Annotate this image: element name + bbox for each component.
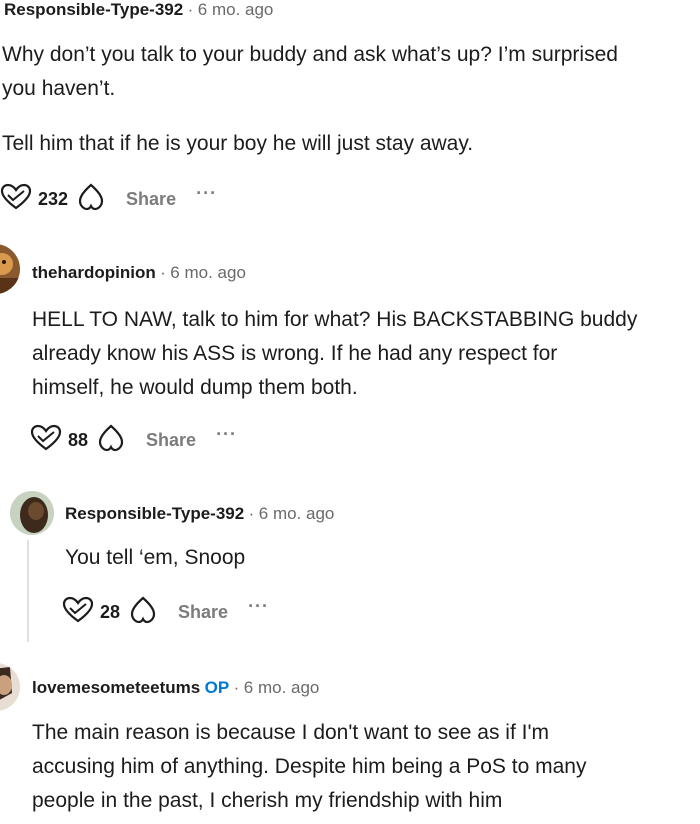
comment-1-body-line-3: Tell him that if he is your boy he will … (2, 132, 474, 155)
more-options-icon[interactable]: ··· (196, 183, 217, 204)
meta-separator: · (233, 678, 240, 697)
meta-separator: · (160, 263, 166, 282)
comment-2-body-line-1: HELL TO NAW, talk to him for what? His B… (32, 308, 638, 331)
comment-timestamp[interactable]: 6 mo. ago (259, 504, 335, 523)
comment-2-header: thehardopinion · 6 mo. ago (32, 263, 246, 283)
comment-4-body-line-2: accusing him of anything. Despite him be… (32, 755, 587, 778)
comment-2-body-line-3: himself, he would dump them both. (32, 376, 358, 399)
op-badge: OP (204, 678, 230, 697)
comment-4-body-line-3: people in the past, I cherish my friends… (32, 789, 503, 812)
comment-author[interactable]: Responsible-Type-392 (65, 504, 244, 523)
downvote-heart-icon[interactable] (98, 423, 124, 458)
avatar[interactable] (10, 491, 54, 535)
more-options-icon[interactable]: ··· (248, 596, 269, 617)
comment-3-body-line-1: You tell ‘em, Snoop (65, 546, 246, 569)
comment-3-header: Responsible-Type-392 · 6 mo. ago (65, 504, 334, 524)
vote-count: 232 (38, 189, 69, 209)
meta-separator: · (187, 0, 194, 19)
more-options-icon[interactable]: ··· (216, 424, 237, 445)
comment-2-action-bar: 88 Share ··· (30, 423, 237, 458)
meta-separator: · (248, 504, 255, 523)
comment-1-action-bar: 232 Share ··· (0, 182, 217, 217)
comment-author[interactable]: thehardopinion (32, 263, 156, 282)
comment-2-body-line-2: already know his ASS is wrong. If he had… (32, 342, 558, 365)
downvote-heart-icon[interactable] (130, 595, 156, 630)
upvote-heart-icon[interactable] (30, 424, 62, 457)
vote-count: 28 (100, 602, 121, 622)
comment-1-body-line-1: Why don’t you talk to your buddy and ask… (2, 43, 618, 66)
thread-line[interactable] (27, 540, 29, 642)
comment-timestamp[interactable]: 6 mo. ago (244, 678, 320, 697)
avatar[interactable] (0, 663, 20, 711)
share-button[interactable]: Share (178, 602, 228, 623)
share-button[interactable]: Share (146, 430, 196, 451)
downvote-heart-icon[interactable] (78, 182, 104, 217)
avatar[interactable] (0, 244, 20, 294)
comment-timestamp[interactable]: 6 mo. ago (198, 0, 274, 19)
comment-timestamp[interactable]: 6 mo. ago (170, 263, 246, 282)
upvote-heart-icon[interactable] (0, 183, 32, 216)
comment-3-action-bar: 28 Share ··· (62, 595, 269, 630)
comment-4-header: lovemesometeetums OP · 6 mo. ago (32, 678, 319, 698)
comment-4-body-line-1: The main reason is because I don't want … (32, 721, 549, 744)
vote-count: 88 (68, 430, 89, 450)
comment-author[interactable]: lovemesometeetums (32, 678, 200, 697)
upvote-heart-icon[interactable] (62, 596, 94, 629)
comment-1-header: Responsible-Type-392 · 6 mo. ago (4, 0, 273, 20)
share-button[interactable]: Share (126, 189, 176, 210)
comment-author[interactable]: Responsible-Type-392 (4, 0, 183, 19)
comment-1-body-line-2: you haven’t. (2, 77, 116, 100)
